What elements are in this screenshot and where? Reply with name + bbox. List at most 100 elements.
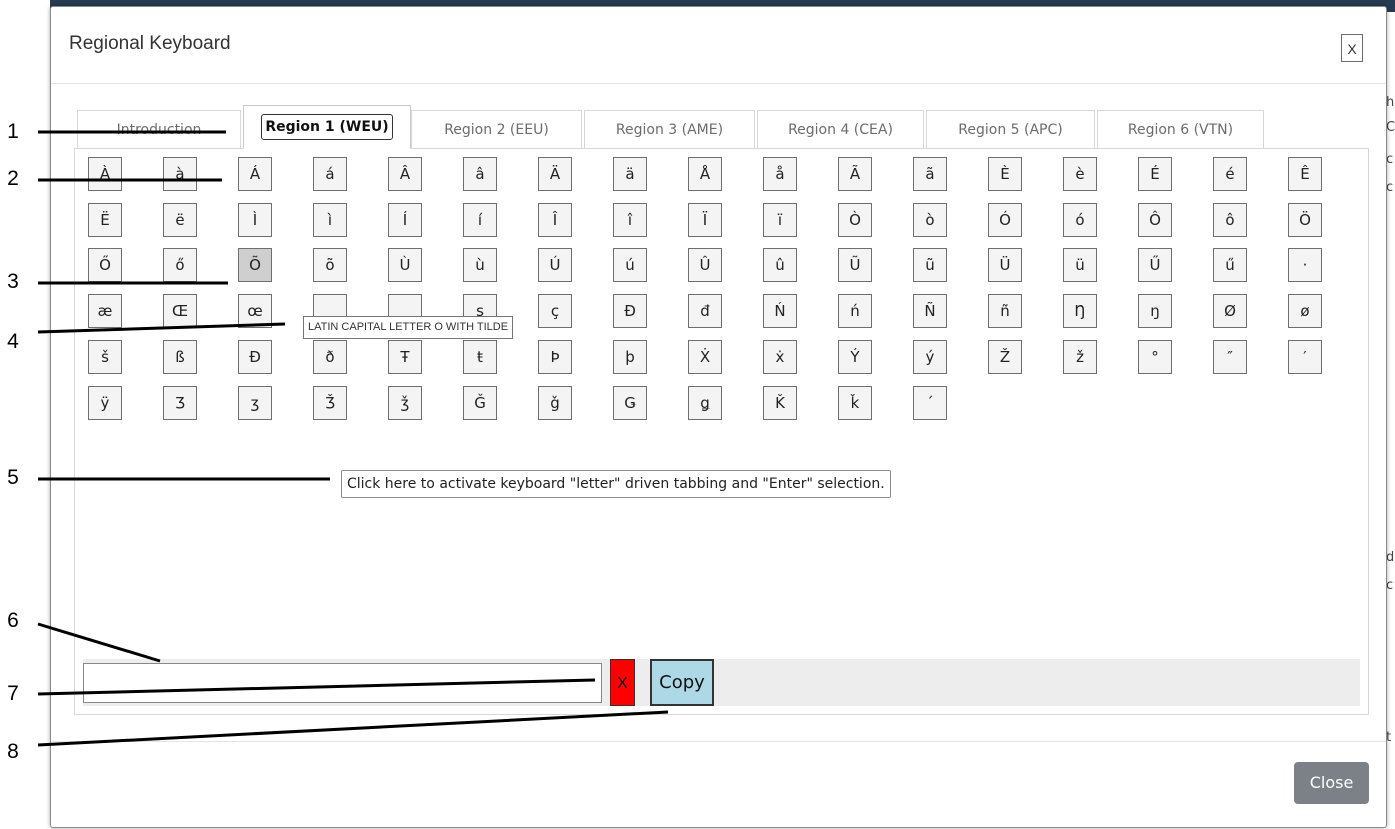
character-key[interactable]: Â [388,157,422,191]
character-key[interactable]: ß [163,340,197,374]
character-key[interactable]: ó [1063,203,1097,237]
character-key[interactable]: Đ [613,294,647,328]
character-key[interactable]: ô [1213,203,1247,237]
character-key[interactable]: š [88,340,122,374]
clear-output-button[interactable]: X [610,659,635,706]
character-key[interactable]: Á [238,157,272,191]
character-key[interactable]: Ø [1213,294,1247,328]
character-key[interactable]: ʒ [238,386,272,420]
character-key[interactable]: Ǧ [463,386,497,420]
character-key[interactable]: œ [238,294,272,328]
character-key[interactable]: ë [163,203,197,237]
character-key[interactable]: ÿ [88,386,122,420]
character-key[interactable]: à [163,157,197,191]
character-key[interactable]: Ò [838,203,872,237]
character-key[interactable]: Ì [238,203,272,237]
character-key[interactable]: ű [1213,248,1247,282]
tab-region-5-apc[interactable]: Region 5 (APC) [926,110,1095,148]
character-key[interactable]: ï [763,203,797,237]
character-key[interactable]: ç [538,294,572,328]
character-key[interactable]: Ǥ [613,386,647,420]
tab-introduction[interactable]: Introduction [77,110,241,148]
character-key[interactable]: ŋ [1138,294,1172,328]
tab-region-4-cea[interactable]: Region 4 (CEA) [757,110,924,148]
character-key[interactable]: ǧ [538,386,572,420]
character-key[interactable]: Ð [238,340,272,374]
character-key[interactable]: ő [163,248,197,282]
character-key[interactable]: Ó [988,203,1022,237]
character-key[interactable]: Í [388,203,422,237]
character-key[interactable]: Ë [88,203,122,237]
character-key[interactable]: ǥ [688,386,722,420]
character-key[interactable]: ẋ [763,340,797,374]
character-key[interactable]: ú [613,248,647,282]
character-key[interactable]: đ [688,294,722,328]
tab-region-1-weu[interactable]: Region 1 (WEU) [243,105,411,149]
character-key[interactable]: é [1213,157,1247,191]
character-key[interactable]: ǩ [838,386,872,420]
character-key[interactable]: ũ [913,248,947,282]
character-key[interactable]: Ű [1138,248,1172,282]
character-key[interactable]: ″ [1213,340,1247,374]
tab-region-6-vtn[interactable]: Region 6 (VTN) [1097,110,1264,148]
character-key[interactable]: æ [88,294,122,328]
character-key[interactable]: ì [313,203,347,237]
character-key[interactable]: è [1063,157,1097,191]
character-key[interactable]: Ẋ [688,340,722,374]
dialog-close-button[interactable]: Close [1294,762,1369,804]
character-key[interactable]: á [313,157,347,191]
character-key[interactable]: ã [913,157,947,191]
character-key[interactable]: â [463,157,497,191]
character-key[interactable]: Ŋ [1063,294,1097,328]
character-key[interactable]: Ŧ [388,340,422,374]
copy-output-button[interactable]: Copy [650,659,714,706]
character-key[interactable]: í [463,203,497,237]
character-key[interactable]: ′ [1288,340,1322,374]
character-key[interactable]: û [763,248,797,282]
character-key[interactable]: Ǩ [763,386,797,420]
character-key[interactable]: ´ [913,386,947,420]
character-key[interactable]: È [988,157,1022,191]
character-key[interactable]: Ñ [913,294,947,328]
character-key[interactable]: å [763,157,797,191]
character-key[interactable]: þ [613,340,647,374]
character-key[interactable]: Ô [1138,203,1172,237]
character-key[interactable]: Ń [763,294,797,328]
character-key[interactable]: Å [688,157,722,191]
character-key[interactable]: Û [688,248,722,282]
character-key[interactable]: Ã [838,157,872,191]
character-key[interactable]: î [613,203,647,237]
character-key[interactable]: Ý [838,340,872,374]
character-key[interactable]: Ʒ [163,386,197,420]
dialog-close-x-button[interactable]: X [1341,34,1363,62]
character-key[interactable]: Ő [88,248,122,282]
character-key[interactable]: Ǯ [313,386,347,420]
character-key[interactable]: Ú [538,248,572,282]
character-key[interactable]: À [88,157,122,191]
character-key[interactable]: Ê [1288,157,1322,191]
character-key[interactable]: Þ [538,340,572,374]
activate-keyboard-navigation-button[interactable]: Click here to activate keyboard "letter"… [341,470,891,498]
tab-region-3-ame[interactable]: Region 3 (AME) [584,110,755,148]
character-key[interactable]: ý [913,340,947,374]
character-key[interactable]: Ü [988,248,1022,282]
character-key[interactable]: ń [838,294,872,328]
character-key[interactable]: Ä [538,157,572,191]
character-key[interactable]: Ž [988,340,1022,374]
character-key[interactable]: Ù [388,248,422,282]
character-key[interactable]: Ö [1288,203,1322,237]
character-key[interactable]: ž [1063,340,1097,374]
character-key[interactable]: ä [613,157,647,191]
character-key[interactable]: · [1288,248,1322,282]
character-key[interactable]: Î [538,203,572,237]
character-key[interactable]: É [1138,157,1172,191]
character-key[interactable]: Œ [163,294,197,328]
character-key[interactable]: Ũ [838,248,872,282]
character-key[interactable]: ü [1063,248,1097,282]
character-key[interactable]: ñ [988,294,1022,328]
character-key[interactable]: õ [313,248,347,282]
character-key[interactable]: Õ [238,248,272,282]
character-key[interactable]: ŧ [463,340,497,374]
tab-region-2-eeu[interactable]: Region 2 (EEU) [411,110,582,148]
character-key[interactable]: ð [313,340,347,374]
